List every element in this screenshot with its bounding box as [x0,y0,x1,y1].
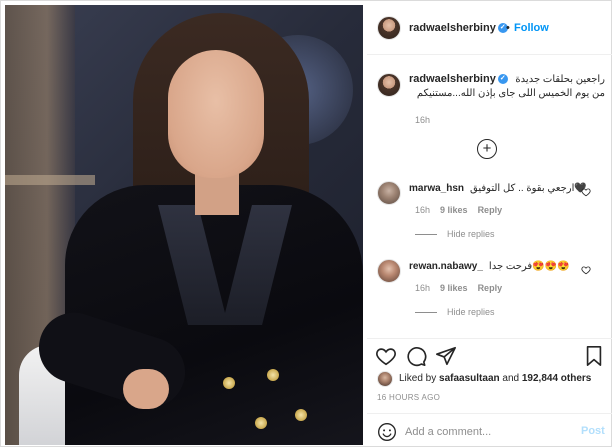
comment-time: 16h [415,283,431,293]
comment-likes[interactable]: 9 likes [440,205,468,215]
commenter-avatar[interactable] [377,259,401,283]
add-comment-input[interactable] [405,423,565,441]
hide-replies-label: Hide replies [447,229,495,239]
comment-likes[interactable]: 9 likes [440,283,468,293]
hide-replies-button[interactable]: Hide replies [415,307,495,317]
post-header: radwaelsherbiny ✓ • Follow [367,1,612,55]
author-avatar[interactable] [377,16,401,40]
likes-middle: and [499,373,522,384]
post-comment-button[interactable]: Post [581,425,605,437]
replies-divider [415,312,437,314]
liker-avatar[interactable] [377,371,393,387]
jacket-button [295,409,307,421]
post-timestamp: 16 HOURS AGO [377,393,441,402]
caption-line: راجعين بحلقات جديدة [515,74,605,85]
comment-like-heart-icon[interactable] [581,187,591,197]
replies-divider [415,234,437,236]
comment-username[interactable]: rewan.nabawy_ [409,261,483,272]
comment-text: فرحت جدا😍😍😍 [488,261,570,272]
photo-hand [123,369,169,409]
author-username[interactable]: radwaelsherbiny ✓ [409,22,508,34]
post-side-panel: radwaelsherbiny ✓ • Follow radwaelsherbin… [367,1,612,447]
share-icon[interactable] [435,345,457,367]
photo-background-ledge [5,175,95,185]
photo-face [168,50,264,178]
comment-reply-button[interactable]: Reply [478,283,503,293]
commenter-avatar[interactable] [377,181,401,205]
hide-replies-button[interactable]: Hide replies [415,229,495,239]
comment-reply-button[interactable]: Reply [478,205,503,215]
liker-username[interactable]: safaasultaan [439,373,500,384]
heart-icon[interactable] [375,345,397,367]
header-separator: • [506,22,510,34]
likes-prefix: Liked by [399,373,440,384]
jacket-button [223,377,235,389]
caption-line: من يوم الخميس اللى جاى بإذن الله...مستني… [416,88,605,99]
comment-body: rewan.nabawy_ فرحت جدا😍😍😍 [409,261,570,272]
caption-author-avatar[interactable] [377,73,401,97]
comment-text: ارجعي بقوة .. كل التوفيق🖤 [470,183,587,194]
comment-icon[interactable] [405,345,427,367]
post-actions: Liked by safaasultaan and 192,844 others… [367,338,612,447]
likes-count[interactable]: 192,844 others [522,373,592,384]
jacket-button [267,369,279,381]
comment-body: marwa_hsn ارجعي بقوة .. كل التوفيق🖤 [409,183,587,194]
caption-timestamp: 16h [415,115,431,125]
add-comment-bar: Post [367,413,612,447]
comment-username[interactable]: marwa_hsn [409,183,464,194]
instagram-post-frame: radwaelsherbiny ✓ • Follow radwaelsherbin… [0,0,612,447]
follow-button[interactable]: Follow [514,22,549,34]
caption-text: راجعين بحلقات جديدة من يوم الخميس اللى ج… [409,73,605,101]
comment-meta: 16h 9 likes Reply [415,205,502,215]
comment-meta: 16h 9 likes Reply [415,283,502,293]
jacket-button [255,417,267,429]
smiley-icon[interactable] [377,422,397,442]
bookmark-icon[interactable] [583,345,605,367]
hide-replies-label: Hide replies [447,307,495,317]
likes-summary: Liked by safaasultaan and 192,844 others [399,373,591,384]
comment-like-heart-icon[interactable] [581,265,591,275]
load-more-comments-button[interactable]: + [477,139,497,159]
post-photo[interactable] [5,5,363,445]
comment-time: 16h [415,205,431,215]
